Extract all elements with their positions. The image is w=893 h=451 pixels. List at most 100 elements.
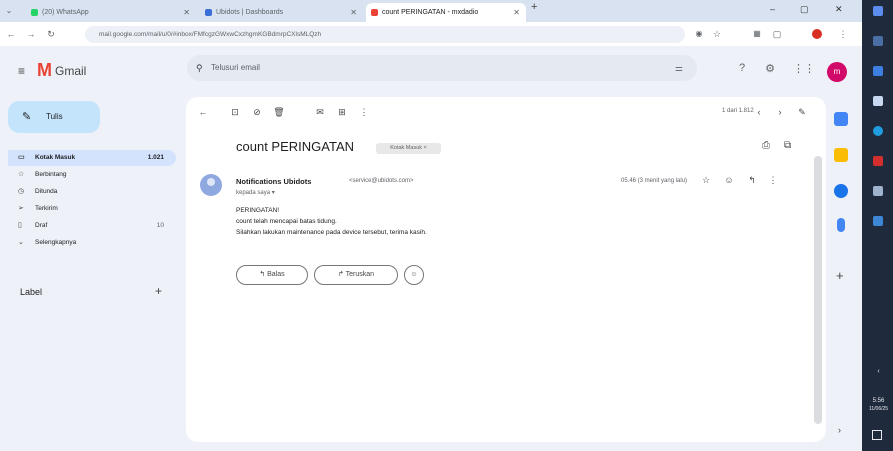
send-icon: ➢ — [18, 205, 24, 212]
sender-name: Notifications Ubidots — [236, 177, 312, 186]
get-addons-icon[interactable]: + — [836, 268, 844, 283]
older-icon[interactable]: › — [773, 107, 787, 117]
body-line: PERINGATAN! — [236, 207, 280, 214]
taskbar-app-icon[interactable] — [873, 96, 883, 106]
tab-gmail-active[interactable]: count PERINGATAN - mxdadio ✕ — [366, 3, 526, 22]
mark-unread-icon[interactable]: ✉ — [313, 107, 327, 118]
message-more-icon[interactable]: ⋮ — [766, 175, 780, 186]
search-options-icon[interactable]: ⚌ — [675, 55, 683, 81]
expand-panel-icon[interactable]: › — [838, 425, 841, 435]
sidebar-item-inbox[interactable]: ▭ Kotak Masuk 1.021 — [8, 150, 176, 166]
tray-chevron-icon[interactable]: ‹ — [864, 368, 893, 375]
taskbar-app-icon[interactable] — [873, 156, 883, 166]
sidepanel-icon[interactable]: ▢ — [770, 22, 784, 46]
new-tab-button[interactable]: + — [531, 1, 537, 13]
body-line: count telah mencapai batas tidung. — [236, 218, 337, 225]
sidebar-item-sent[interactable]: ➢ Terkirim — [8, 201, 176, 217]
edge-icon[interactable] — [873, 126, 883, 136]
add-label-icon[interactable]: + — [155, 284, 162, 298]
sidebar-item-label: Kotak Masuk — [35, 154, 76, 161]
back-icon[interactable]: ← — [4, 22, 18, 46]
compose-button[interactable]: ✎ Tulis — [8, 101, 100, 133]
emoji-react-icon[interactable]: ☺ — [722, 175, 736, 185]
whatsapp-icon — [31, 9, 38, 16]
emoji-button[interactable]: ☺ — [404, 265, 424, 285]
address-bar[interactable]: mail.google.com/mail/u/0/#inbox/FMfcgzGW… — [85, 26, 685, 43]
gmail-favicon-icon — [371, 9, 378, 16]
forward-label: Teruskan — [345, 271, 375, 278]
chevron-down-icon: ⌄ — [18, 239, 24, 246]
gmail-logo-icon: M — [37, 60, 52, 80]
help-icon[interactable]: ? — [734, 62, 750, 74]
tab-ubidots[interactable]: Ubidots | Dashboards ✕ — [200, 3, 363, 22]
input-tools-icon[interactable]: ✎ — [795, 107, 809, 118]
folder-chip[interactable]: Kotak Masuk × — [376, 143, 441, 154]
sidebar-item-drafts[interactable]: ▯ Draf 10 — [8, 218, 176, 234]
more-options-icon[interactable]: ⋮ — [357, 107, 371, 118]
delete-icon[interactable]: 🗑 — [272, 107, 286, 118]
pagination-text: 1 dari 1.812 — [722, 108, 754, 114]
compose-label: Tulis — [46, 112, 63, 121]
forward-icon: ↱ — [337, 271, 346, 278]
account-avatar[interactable]: m — [827, 62, 847, 82]
settings-gear-icon[interactable]: ⚙ — [762, 62, 778, 75]
search-input[interactable]: ⚲ Telusuri email ⚌ — [187, 55, 697, 81]
keep-icon[interactable] — [834, 148, 848, 162]
email-subject: count PERINGATAN — [236, 139, 354, 154]
sidebar-item-more[interactable]: ⌄ Selengkapnya — [8, 235, 176, 251]
scrollbar[interactable] — [814, 156, 822, 424]
tab-whatsapp[interactable]: (20) WhatsApp ✕ — [26, 3, 196, 22]
reply-icon[interactable]: ↰ — [745, 175, 759, 186]
sidebar-item-starred[interactable]: ☆ Berbintang — [8, 167, 176, 183]
inbox-icon: ▭ — [18, 154, 25, 161]
minimize-button[interactable]: – — [770, 4, 775, 14]
maximize-button[interactable]: ▢ — [800, 4, 809, 15]
back-to-inbox-icon[interactable]: ← — [196, 107, 210, 117]
taskbar-app-icon[interactable] — [873, 66, 883, 76]
forward-button[interactable]: ↱ Teruskan — [314, 265, 398, 285]
archive-icon[interactable]: ⊡ — [228, 107, 242, 118]
menu-dots-icon[interactable]: ⋮ — [836, 22, 850, 46]
tasks-icon[interactable] — [834, 184, 848, 198]
move-to-icon[interactable]: ⊞ — [335, 107, 349, 118]
sender-email: <service@ubidots.com> — [349, 178, 414, 184]
taskbar-app-icon[interactable] — [873, 186, 883, 196]
reload-icon[interactable]: ↻ — [44, 22, 58, 46]
newer-icon[interactable]: ‹ — [752, 107, 766, 117]
bookmark-star-icon[interactable]: ☆ — [710, 22, 724, 46]
install-icon[interactable]: ◉ — [692, 22, 706, 46]
open-new-window-icon[interactable]: ⧉ — [784, 140, 791, 151]
tab-title: Ubidots | Dashboards — [216, 9, 284, 16]
pencil-icon: ✎ — [22, 111, 32, 123]
sidebar-item-snoozed[interactable]: ◷ Ditunda — [8, 184, 176, 200]
search-icon[interactable]: ⚲ — [196, 55, 203, 81]
taskbar-search-icon[interactable] — [873, 36, 883, 46]
tab-search-icon[interactable]: ⌄ — [2, 0, 16, 22]
body-line: Silahkan lakukan maintenance pada device… — [236, 229, 427, 236]
taskbar-app-icon[interactable] — [873, 6, 883, 16]
apps-grid-icon[interactable]: ⋮⋮ — [793, 62, 815, 75]
reply-button[interactable]: ↰ Balas — [236, 265, 308, 285]
taskbar-app-icon[interactable] — [873, 216, 883, 226]
gmail-brand[interactable]: Gmail — [55, 64, 86, 78]
calendar-icon[interactable] — [834, 112, 848, 126]
sidebar-item-label: Berbintang — [35, 171, 67, 178]
contacts-icon[interactable] — [837, 218, 845, 232]
print-icon[interactable]: ⎙ — [762, 140, 770, 151]
star-message-icon[interactable]: ☆ — [699, 175, 713, 186]
main-menu-icon[interactable]: ≡ — [18, 64, 25, 78]
close-tab-icon[interactable]: ✕ — [350, 3, 357, 22]
close-window-button[interactable]: ✕ — [835, 4, 843, 15]
unread-count: 1.021 — [147, 154, 164, 161]
forward-icon[interactable]: → — [24, 22, 38, 46]
close-tab-icon[interactable]: ✕ — [183, 3, 190, 22]
close-tab-icon[interactable]: ✕ — [513, 3, 520, 22]
sidebar-item-label: Terkirim — [35, 205, 58, 212]
clock-date: 11/06/25 — [868, 406, 889, 412]
extension-icon[interactable]: ▦ — [750, 22, 764, 46]
draft-icon: ▯ — [18, 222, 22, 229]
notification-icon[interactable] — [872, 430, 882, 440]
report-spam-icon[interactable]: ⊘ — [250, 107, 264, 118]
profile-icon[interactable] — [812, 29, 822, 39]
recipient-toggle[interactable]: kepada saya ▾ — [236, 189, 275, 196]
